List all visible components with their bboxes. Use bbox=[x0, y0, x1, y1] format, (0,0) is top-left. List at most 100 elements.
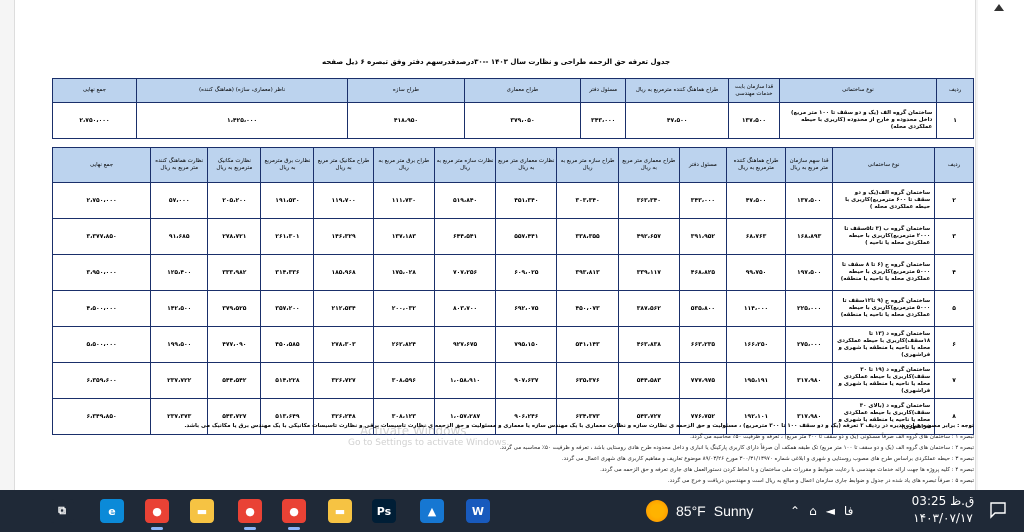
taskbar-photoshop-button[interactable]: Ps bbox=[362, 490, 406, 532]
cell-value: ۲۳۷،۷۲۲ bbox=[150, 362, 209, 399]
cell-value: ۳۴۳،۰۰۰ bbox=[678, 182, 727, 219]
note-1: تبصره ۱ : ساختمان های گروه الف صرفاً مسک… bbox=[690, 434, 974, 440]
cell-value: ۳۶۳،۳۴۰ bbox=[617, 182, 680, 219]
table-header-cell: طراح برق متر مربع به ریال bbox=[372, 147, 435, 183]
cell-value: ۱۶۶،۲۵۰ bbox=[725, 326, 787, 363]
table-header-cell: مسئول دفتر bbox=[678, 147, 727, 183]
taskbar-edge-button[interactable]: e bbox=[90, 490, 134, 532]
cell-value: ۲۲۵،۰۰۰ bbox=[785, 290, 834, 327]
cell-value: ۳۰۸،۵۹۶ bbox=[372, 362, 435, 399]
weather-widget[interactable]: 85°F Sunny bbox=[646, 490, 753, 532]
scroll-up-arrow-icon[interactable] bbox=[994, 4, 1004, 11]
clock[interactable]: ق.ظ 03:25 ۱۴۰۳/۰۷/۱۷ bbox=[908, 493, 978, 527]
cell-value: ۵۴۱،۱۴۳ bbox=[556, 326, 619, 363]
cell-value: ۱۴۲،۵۰۰ bbox=[150, 290, 209, 327]
cell-value: ۴۵۰،۵۸۵ bbox=[260, 326, 315, 363]
cell-total: ۶،۳۵۹،۶۰۰ bbox=[51, 362, 152, 399]
row-number: ۲ bbox=[934, 182, 974, 219]
cell-total: ۳،۹۵۰،۰۰۰ bbox=[51, 254, 152, 291]
cell-value: ۱۳۷،۵۰۰ bbox=[785, 182, 834, 219]
cell-value: ۵۱۴،۲۲۸ bbox=[260, 362, 315, 399]
cell-value: ۶۹۲،۰۷۵ bbox=[495, 290, 558, 327]
cell-value: ۹۲۷،۶۷۵ bbox=[433, 326, 497, 363]
taskbar-word-button[interactable]: W bbox=[456, 490, 500, 532]
sun-icon bbox=[646, 500, 668, 522]
cell-value: ۴۱۸،۹۵۰ bbox=[347, 102, 465, 139]
activate-windows-subtext: Go to Settings to activate Windows. bbox=[348, 438, 510, 448]
cell-value: ۹۹،۷۵۰ bbox=[725, 254, 787, 291]
table-header-cell: طراح سازه متر مربع به ریال bbox=[556, 147, 619, 183]
row-number: ۵ bbox=[934, 290, 974, 327]
cell-value: ۵۵۷،۴۴۱ bbox=[495, 218, 558, 255]
header-architect: طراح معماری bbox=[463, 78, 582, 103]
taskbar-task-view-button[interactable]: ⧉ bbox=[40, 490, 84, 532]
header-building-type: نوع ساختمانی bbox=[778, 78, 938, 103]
cell-value: ۳۹۳،۸۱۳ bbox=[556, 254, 619, 291]
table-header-row: ردیف نوع ساختمانی قدا سازمان بابت خدمات … bbox=[52, 78, 974, 103]
cell-value: ۳۹۱،۹۵۲ bbox=[678, 218, 727, 255]
cell-value: ۱۶۸،۸۹۳ bbox=[785, 218, 834, 255]
cell-value: ۲۶۱،۳۰۱ bbox=[260, 218, 315, 255]
cell-value: ۱،۰۵۸،۹۱۰ bbox=[433, 362, 497, 399]
taskbar-chrome-button[interactable]: ● bbox=[135, 490, 179, 532]
row-number: ۱ bbox=[936, 102, 974, 139]
cell-value: ۸۰۳،۷۰۰ bbox=[433, 290, 497, 327]
taskbar-photos-button[interactable]: ▲ bbox=[410, 490, 454, 532]
cell-value: ۶۴۴،۵۴۱ bbox=[433, 218, 497, 255]
cell-value: ۳۲۶،۷۲۷ bbox=[313, 362, 374, 399]
cell-value: ۲۷۸،۳۰۳ bbox=[313, 326, 374, 363]
cell-value: ۱۴۶،۳۲۹ bbox=[313, 218, 374, 255]
taskbar-chrome-3-button[interactable]: ● bbox=[272, 490, 316, 532]
activate-windows-watermark: Activate Windows bbox=[360, 424, 467, 438]
cell-value: ۴۵۱،۳۴۰ bbox=[495, 182, 558, 219]
cell-value: ۱۹۷،۵۰۰ bbox=[785, 254, 834, 291]
cell-value: ۱۱۱،۷۳۰ bbox=[372, 182, 435, 219]
cell-value: ۵۴۴،۵۸۳ bbox=[617, 362, 680, 399]
cell-value: ۱۱۴،۰۰۰ bbox=[725, 290, 787, 327]
cell-value: ۴۷۷،۰۹۰ bbox=[207, 326, 262, 363]
note-4: تبصره ۴ : کلیه پروژه ها جهت ارائه خدمات … bbox=[600, 467, 974, 473]
cell-value: ۳۸۷،۵۶۲ bbox=[617, 290, 680, 327]
cell-value: ۷۰۷،۲۵۶ bbox=[433, 254, 497, 291]
cell-value: ۶۳۵،۳۷۶ bbox=[556, 362, 619, 399]
note-3: تبصره ۳ : حیطه عملکردی براساس طرح های مص… bbox=[561, 456, 974, 462]
taskbar-chrome-2-button[interactable]: ● bbox=[228, 490, 272, 532]
table-row: ۴ ساختمان گروه ج (۶ تا ۸ سقف تا ۵۰۰۰ مترم… bbox=[51, 254, 974, 291]
table-header-cell: نظارت هماهنگ کننده متر مربع به ریال bbox=[150, 147, 209, 183]
taskbar-folder-button[interactable]: ▬ bbox=[318, 490, 362, 532]
cell-total: ۲،۷۵۰،۰۰۰ bbox=[52, 102, 137, 139]
table-header-cell: طراح هماهنگ کننده مترمربع به ریال bbox=[725, 147, 787, 183]
table-row: ۳ ساختمان گروه ب (۳ تا۵سقف تا ۲۰۰۰ مترمرب… bbox=[51, 218, 974, 255]
header-row-number: ردیف bbox=[936, 78, 974, 103]
notification-icon[interactable] bbox=[988, 500, 1008, 520]
vertical-scrollbar[interactable] bbox=[978, 0, 1024, 490]
table-row: ۵ ساختمان گروه ج (۹ تا۱۲سقف تا ۵۰۰۰ مترمر… bbox=[51, 290, 974, 327]
volume-icon[interactable]: ◄ bbox=[826, 504, 835, 518]
cell-value: ۷۷۷،۹۷۵ bbox=[678, 362, 727, 399]
chrome-2-icon: ● bbox=[238, 499, 262, 523]
cell-value: ۵۴۴،۵۴۲ bbox=[207, 362, 262, 399]
building-type: ساختمان گروه ب (۳ تا۵سقف تا ۲۰۰۰ مترمربع… bbox=[832, 218, 936, 255]
pdf-viewer: جدول تعرفه حق الزحمه طراحی و نظارت سال ۱… bbox=[0, 0, 1024, 490]
table-row: ۲ ساختمان گروه الف(یک و دو سقف تا ۶۰۰ متر… bbox=[51, 182, 974, 219]
row-number: ۳ bbox=[934, 218, 974, 255]
photoshop-icon: Ps bbox=[372, 499, 396, 523]
cell-value: ۵۷،۰۰۰ bbox=[150, 182, 209, 219]
table-header-cell: نظارت سازه متر مربع به ریال bbox=[433, 147, 497, 183]
cell-value: ۳۳۳،۹۸۲ bbox=[207, 254, 262, 291]
chrome-3-icon: ● bbox=[282, 499, 306, 523]
language-indicator[interactable]: فا bbox=[844, 504, 853, 518]
cell-value: ۹۰۷،۶۳۷ bbox=[495, 362, 558, 399]
cell-value: ۴۷،۵۰۰ bbox=[625, 102, 730, 139]
cell-value: ۱۳۷،۵۰۰ bbox=[728, 102, 780, 139]
taskbar-file-explorer-button[interactable]: ▬ bbox=[180, 490, 224, 532]
cell-value: ۱۱۹،۷۰۰ bbox=[313, 182, 374, 219]
task-view-icon: ⧉ bbox=[50, 499, 74, 523]
header-total: جمع نهایی bbox=[52, 78, 137, 103]
table-header-cell: ردیف bbox=[934, 147, 974, 183]
photos-icon: ▲ bbox=[420, 499, 444, 523]
network-icon[interactable]: ⌂ bbox=[809, 504, 817, 518]
table-header-row: ردیف نوع ساختمانی قدا سهم سازمان متر مربع … bbox=[51, 147, 974, 183]
row-number: ۶ bbox=[934, 326, 974, 363]
show-hidden-icons-chevron-icon[interactable]: ⌃ bbox=[790, 504, 800, 518]
